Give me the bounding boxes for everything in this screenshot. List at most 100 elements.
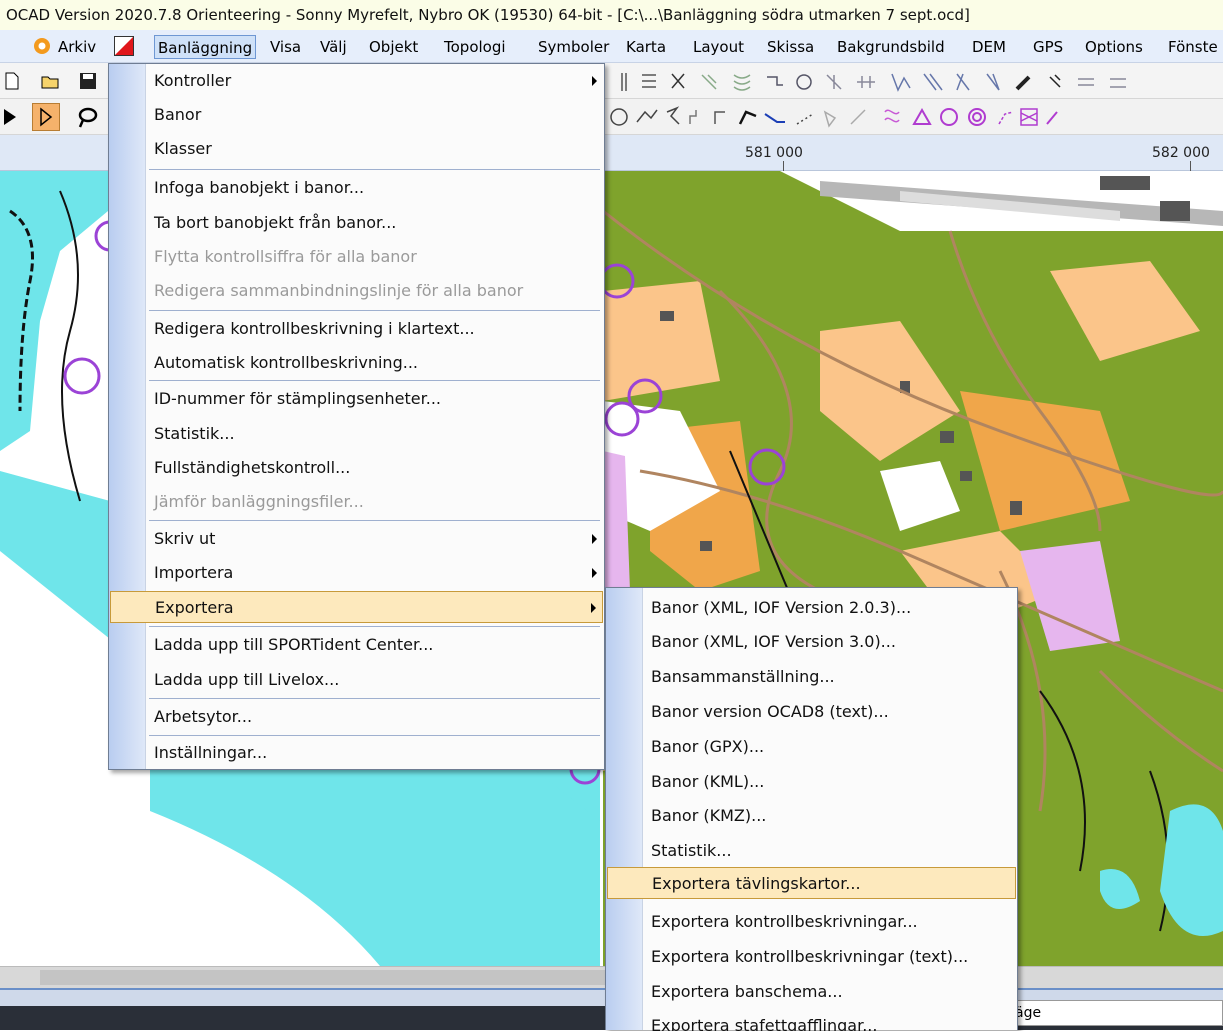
drawing-tools-icons[interactable]: [612, 69, 1223, 95]
submenu-arrow-icon: [592, 534, 597, 544]
menu-item-label: Automatisk kontrollbeskrivning...: [154, 353, 418, 372]
window-title: OCAD Version 2020.7.8 Orienteering - Son…: [0, 0, 1223, 30]
menu-item-banor-xml-30[interactable]: Banor (XML, IOF Version 3.0)...: [607, 626, 1016, 658]
menu-item-exportera-stafettgafflingar[interactable]: Exportera stafettgafflingar...: [607, 1010, 1016, 1031]
menu-item-kontroller[interactable]: Kontroller: [110, 65, 603, 97]
save-icon[interactable]: [78, 71, 98, 91]
menu-item-sportident-center[interactable]: Ladda upp till SPORTident Center...: [110, 629, 603, 661]
menu-item-label: Flytta kontrollsiffra för alla banor: [154, 247, 417, 266]
menu-item-skriv-ut[interactable]: Skriv ut: [110, 523, 603, 555]
menu-item-label: Banor (XML, IOF Version 3.0)...: [651, 632, 896, 651]
scrollbar-thumb[interactable]: [40, 970, 680, 985]
menu-item-export-statistik[interactable]: Statistik...: [607, 835, 1016, 867]
menu-item-label: Arbetsytor...: [154, 707, 253, 726]
menu-item-banor[interactable]: Banor: [110, 99, 603, 131]
menu-visa[interactable]: Visa: [270, 35, 301, 59]
menu-skissa[interactable]: Skissa: [767, 35, 814, 59]
menu-topologi[interactable]: Topologi: [444, 35, 506, 59]
drawing-mode-icons[interactable]: [605, 104, 1223, 130]
menu-arkiv[interactable]: Arkiv: [58, 35, 96, 59]
edit-object-icon[interactable]: [32, 103, 60, 131]
menu-item-infoga-banobjekt[interactable]: Infoga banobjekt i banor...: [110, 172, 603, 204]
open-folder-icon[interactable]: [40, 71, 60, 91]
menu-separator: [149, 698, 600, 699]
menu-layout[interactable]: Layout: [693, 35, 744, 59]
menu-item-banor-gpx[interactable]: Banor (GPX)...: [607, 731, 1016, 763]
menu-item-label: Exportera banschema...: [651, 982, 843, 1001]
menu-item-flytta-kontrollsiffra: Flytta kontrollsiffra för alla banor: [110, 241, 603, 273]
menu-item-fullstandighetskontroll[interactable]: Fullständighetskontroll...: [110, 452, 603, 484]
menu-fonster[interactable]: Fönste: [1168, 35, 1218, 59]
menu-item-banor-ocad8[interactable]: Banor version OCAD8 (text)...: [607, 696, 1016, 728]
menu-item-label: Exportera: [155, 598, 234, 617]
menu-valj[interactable]: Välj: [320, 35, 347, 59]
menu-item-label: Inställningar...: [154, 743, 268, 762]
select-arrow-icon[interactable]: [0, 107, 20, 127]
menu-item-label: Bansammanställning...: [651, 667, 835, 686]
menu-item-label: Banor (GPX)...: [651, 737, 765, 756]
menu-dem[interactable]: DEM: [972, 35, 1006, 59]
menu-item-label: Importera: [154, 563, 234, 582]
menu-item-banor-kml[interactable]: Banor (KML)...: [607, 766, 1016, 798]
menu-karta[interactable]: Karta: [626, 35, 666, 59]
menu-item-label: Redigera kontrollbeskrivning i klartext.…: [154, 319, 475, 338]
menu-item-label: Fullständighetskontroll...: [154, 458, 351, 477]
menu-item-bansammanstallning[interactable]: Bansammanställning...: [607, 661, 1016, 693]
menu-item-redigera-sammanbindningslinje: Redigera sammanbindningslinje för alla b…: [110, 275, 603, 307]
menu-item-label: Jämför banläggningsfiler...: [154, 492, 364, 511]
menu-separator: [149, 520, 600, 521]
status-field: äge: [1010, 1000, 1223, 1026]
menu-item-importera[interactable]: Importera: [110, 557, 603, 589]
menu-item-label: Banor (XML, IOF Version 2.0.3)...: [651, 598, 912, 617]
menu-separator: [149, 169, 600, 170]
menu-item-label: Ta bort banobjekt från banor...: [154, 213, 397, 232]
menu-item-label: Banor version OCAD8 (text)...: [651, 702, 889, 721]
menu-item-label: Banor (KMZ)...: [651, 806, 767, 825]
menu-item-label: Banor (KML)...: [651, 772, 765, 791]
menu-gps[interactable]: GPS: [1033, 35, 1063, 59]
lasso-icon[interactable]: [76, 107, 98, 128]
menu-item-jamfor-banlaggningsfiler: Jämför banläggningsfiler...: [110, 486, 603, 518]
menu-item-label: Infoga banobjekt i banor...: [154, 178, 365, 197]
menu-bakgrundsbild[interactable]: Bakgrundsbild: [837, 35, 945, 59]
menu-banlaggning[interactable]: Banläggning: [154, 35, 257, 59]
new-file-icon[interactable]: [2, 71, 22, 91]
menu-item-livelox[interactable]: Ladda upp till Livelox...: [110, 664, 603, 696]
menu-item-label: Ladda upp till Livelox...: [154, 670, 340, 689]
menu-item-label: Redigera sammanbindningslinje för alla b…: [154, 281, 524, 300]
submenu-arrow-icon: [591, 603, 596, 613]
menu-separator: [149, 310, 600, 311]
menu-item-label: Banor: [154, 105, 202, 124]
ruler-label-581000: 581 000: [745, 145, 803, 161]
menu-item-label: Exportera stafettgafflingar...: [651, 1016, 878, 1031]
menu-item-exportera-kontrollbeskrivningar-text[interactable]: Exportera kontrollbeskrivningar (text)..…: [607, 941, 1016, 973]
menu-item-banor-xml-203[interactable]: Banor (XML, IOF Version 2.0.3)...: [607, 592, 1016, 624]
menu-item-exportera-banschema[interactable]: Exportera banschema...: [607, 976, 1016, 1008]
menu-item-label: ID-nummer för stämplingsenheter...: [154, 389, 441, 408]
menu-options[interactable]: Options: [1085, 35, 1143, 59]
menu-item-ta-bort-banobjekt[interactable]: Ta bort banobjekt från banor...: [110, 207, 603, 239]
menu-item-redigera-kontrollbeskrivning[interactable]: Redigera kontrollbeskrivning i klartext.…: [110, 313, 603, 345]
menu-item-installningar[interactable]: Inställningar...: [110, 737, 603, 769]
menu-item-label: Statistik...: [154, 424, 235, 443]
ocad-logo-icon: [32, 36, 52, 56]
menu-item-exportera[interactable]: Exportera: [110, 591, 603, 623]
menu-item-label: Statistik...: [651, 841, 732, 860]
exportera-submenu: Banor (XML, IOF Version 2.0.3)... Banor …: [605, 587, 1018, 1031]
ruler-tick: [1190, 161, 1191, 171]
menu-objekt[interactable]: Objekt: [369, 35, 418, 59]
menu-item-banor-kmz[interactable]: Banor (KMZ)...: [607, 800, 1016, 832]
menu-item-exportera-kontrollbeskrivningar[interactable]: Exportera kontrollbeskrivningar...: [607, 906, 1016, 938]
menu-item-klasser[interactable]: Klasser: [110, 133, 603, 165]
menu-symboler[interactable]: Symboler: [538, 35, 609, 59]
menu-item-label: Exportera kontrollbeskrivningar (text)..…: [651, 947, 969, 966]
menu-item-arbetsytor[interactable]: Arbetsytor...: [110, 701, 603, 733]
menu-item-statistik[interactable]: Statistik...: [110, 418, 603, 450]
submenu-arrow-icon: [592, 568, 597, 578]
menu-item-label: Exportera tävlingskartor...: [652, 874, 861, 893]
menu-item-label: Skriv ut: [154, 529, 216, 548]
menu-item-automatisk-kontrollbeskrivning[interactable]: Automatisk kontrollbeskrivning...: [110, 347, 603, 379]
menu-item-id-nummer[interactable]: ID-nummer för stämplingsenheter...: [110, 383, 603, 415]
menu-item-exportera-tavlingskartor[interactable]: Exportera tävlingskartor...: [607, 867, 1016, 899]
banlaggning-menu: Kontroller Banor Klasser Infoga banobjek…: [108, 63, 605, 770]
